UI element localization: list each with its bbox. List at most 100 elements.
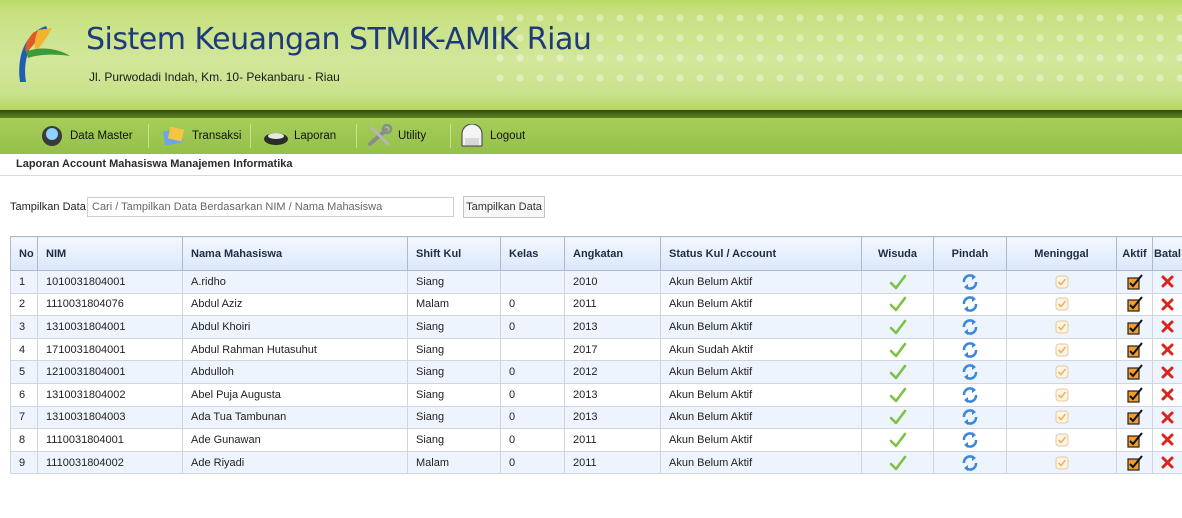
wisuda-check-icon[interactable] <box>889 455 907 471</box>
table-row: 5 1210031804001 Abdulloh Siang 0 2012 Ak… <box>10 360 1182 384</box>
column-header-kelas[interactable]: Kelas <box>500 236 565 271</box>
cell-pindah <box>933 315 1007 339</box>
batal-cancel-icon[interactable] <box>1161 275 1174 288</box>
cell-batal <box>1152 450 1182 475</box>
column-header-wisuda[interactable]: Wisuda <box>861 236 934 271</box>
column-header-batal[interactable]: Batal <box>1152 236 1182 271</box>
wisuda-check-icon[interactable] <box>889 387 907 403</box>
column-header-aktif[interactable]: Aktif <box>1116 236 1153 271</box>
pindah-refresh-icon[interactable] <box>961 363 979 381</box>
batal-cancel-icon[interactable] <box>1161 320 1174 333</box>
cell-shift: Siang <box>407 337 501 362</box>
aktif-checkbox-icon[interactable] <box>1126 432 1143 448</box>
cell-pindah <box>933 428 1007 452</box>
column-header-angkatan[interactable]: Angkatan <box>564 236 661 271</box>
cell-wisuda <box>861 405 934 430</box>
cell-shift: Siang <box>407 315 501 339</box>
pindah-refresh-icon[interactable] <box>961 386 979 404</box>
cell-kelas: 0 <box>500 382 565 407</box>
batal-cancel-icon[interactable] <box>1161 366 1174 379</box>
column-header-pindah[interactable]: Pindah <box>933 236 1007 271</box>
pindah-refresh-icon[interactable] <box>961 273 979 291</box>
meninggal-checkbox-icon[interactable] <box>1055 275 1069 289</box>
cell-meninggal <box>1006 360 1117 384</box>
column-header-shift[interactable]: Shift Kul <box>407 236 501 271</box>
show-data-button[interactable]: Tampilkan Data <box>463 196 545 218</box>
batal-cancel-icon[interactable] <box>1161 343 1174 356</box>
meninggal-checkbox-icon[interactable] <box>1055 410 1069 424</box>
cell-angkatan: 2011 <box>564 292 661 317</box>
wisuda-check-icon[interactable] <box>889 364 907 380</box>
pindah-refresh-icon[interactable] <box>961 295 979 313</box>
menu-item-transaksi[interactable]: Transaksi <box>160 118 241 154</box>
meninggal-checkbox-icon[interactable] <box>1055 433 1069 447</box>
table-row: 1 1010031804001 A.ridho Siang 2010 Akun … <box>10 270 1182 294</box>
batal-cancel-icon[interactable] <box>1161 433 1174 446</box>
batal-cancel-icon[interactable] <box>1161 456 1174 469</box>
cell-batal <box>1152 382 1182 407</box>
cell-kelas: 0 <box>500 315 565 339</box>
aktif-checkbox-icon[interactable] <box>1126 274 1143 290</box>
pindah-refresh-icon[interactable] <box>961 341 979 359</box>
pindah-refresh-icon[interactable] <box>961 454 979 472</box>
wisuda-check-icon[interactable] <box>889 409 907 425</box>
pindah-refresh-icon[interactable] <box>961 408 979 426</box>
wisuda-check-icon[interactable] <box>889 319 907 335</box>
header-divider <box>0 110 1182 118</box>
meninggal-checkbox-icon[interactable] <box>1055 388 1069 402</box>
menu-item-logout[interactable]: Logout <box>458 118 525 154</box>
batal-cancel-icon[interactable] <box>1161 411 1174 424</box>
column-header-nama[interactable]: Nama Mahasiswa <box>182 236 408 271</box>
app-title: Sistem Keuangan STMIK-AMIK Riau <box>86 22 592 57</box>
meninggal-checkbox-icon[interactable] <box>1055 343 1069 357</box>
menu-separator <box>148 124 149 148</box>
menu-item-laporan[interactable]: Laporan <box>262 118 336 154</box>
meninggal-checkbox-icon[interactable] <box>1055 297 1069 311</box>
cell-nama: Ada Tua Tambunan <box>182 405 408 430</box>
aktif-checkbox-icon[interactable] <box>1126 387 1143 403</box>
cell-pindah <box>933 405 1007 430</box>
meninggal-checkbox-icon[interactable] <box>1055 320 1069 334</box>
cell-no: 7 <box>10 405 38 430</box>
batal-cancel-icon[interactable] <box>1161 298 1174 311</box>
aktif-checkbox-icon[interactable] <box>1126 454 1143 471</box>
search-input[interactable] <box>87 197 454 217</box>
cell-aktif <box>1116 405 1153 430</box>
aktif-checkbox-icon[interactable] <box>1126 296 1143 312</box>
cell-nama: Ade Riyadi <box>182 450 408 475</box>
cell-shift: Siang <box>407 270 501 294</box>
pindah-refresh-icon[interactable] <box>961 431 979 449</box>
meninggal-checkbox-icon[interactable] <box>1055 456 1069 470</box>
wisuda-check-icon[interactable] <box>889 296 907 312</box>
aktif-checkbox-icon[interactable] <box>1126 319 1143 335</box>
column-header-nim[interactable]: NIM <box>37 236 183 271</box>
menu-separator <box>250 124 251 148</box>
cell-shift: Malam <box>407 292 501 317</box>
cell-nim: 1110031804076 <box>37 292 183 317</box>
pindah-refresh-icon[interactable] <box>961 318 979 336</box>
cell-meninggal <box>1006 382 1117 407</box>
cell-batal <box>1152 292 1182 317</box>
cell-no: 5 <box>10 360 38 384</box>
aktif-checkbox-icon[interactable] <box>1126 364 1143 380</box>
wisuda-check-icon[interactable] <box>889 274 907 290</box>
cell-pindah <box>933 382 1007 407</box>
cell-aktif <box>1116 360 1153 384</box>
column-header-status[interactable]: Status Kul / Account <box>660 236 862 271</box>
aktif-checkbox-icon[interactable] <box>1126 409 1143 425</box>
cell-wisuda <box>861 428 934 452</box>
cell-batal <box>1152 428 1182 452</box>
meninggal-checkbox-icon[interactable] <box>1055 365 1069 379</box>
cell-nim: 1010031804001 <box>37 270 183 294</box>
column-header-meninggal[interactable]: Meninggal <box>1006 236 1117 271</box>
cell-aktif <box>1116 292 1153 317</box>
batal-cancel-icon[interactable] <box>1161 388 1174 401</box>
aktif-checkbox-icon[interactable] <box>1126 341 1143 358</box>
cell-kelas: 0 <box>500 428 565 452</box>
wisuda-check-icon[interactable] <box>889 342 907 358</box>
cell-shift: Siang <box>407 405 501 430</box>
menu-item-utility[interactable]: Utility <box>366 118 426 154</box>
column-header-no[interactable]: No <box>10 236 38 271</box>
menu-item-data-master[interactable]: Data Master <box>38 118 133 154</box>
wisuda-check-icon[interactable] <box>889 432 907 448</box>
